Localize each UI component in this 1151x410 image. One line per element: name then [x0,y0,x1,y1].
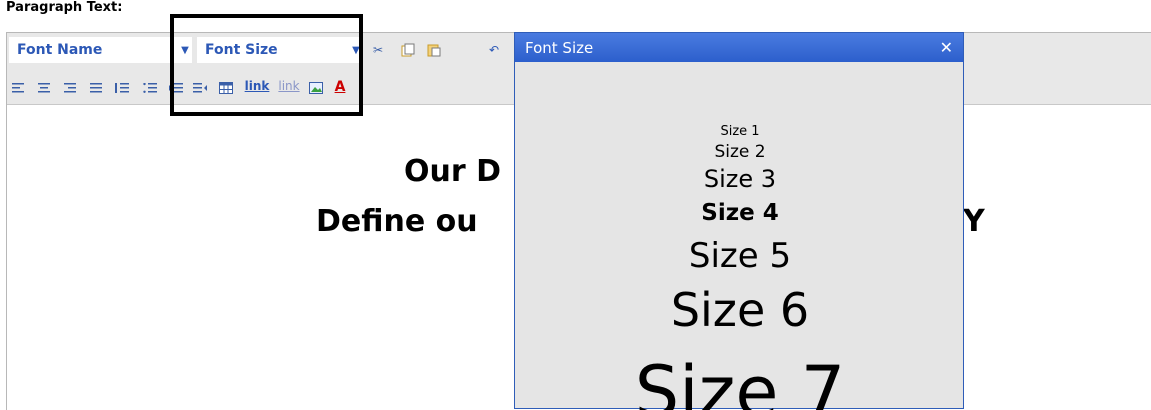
align-justify-icon[interactable] [87,79,105,97]
cut-icon[interactable]: ✂ [369,41,387,59]
paste-icon[interactable] [425,41,443,59]
align-center-icon[interactable] [35,79,53,97]
size-option-6[interactable]: Size 6 [515,287,963,333]
align-right-icon[interactable] [61,79,79,97]
font-size-popup: Font Size ✕ Size 1 Size 2 Size 3 Size 4 … [514,32,964,410]
size-option-7[interactable]: Size 7 [515,357,963,410]
highlight-box [170,14,363,116]
undo-icon[interactable]: ↶ [485,41,503,59]
content-heading-line2-tail: Y [963,204,985,239]
font-name-label: Font Name [17,42,103,58]
size-option-5[interactable]: Size 5 [515,239,963,273]
content-heading-line1-text: Our D [404,154,502,189]
size-option-2[interactable]: Size 2 [515,144,963,161]
popup-title-bar: Font Size ✕ [515,33,963,62]
close-icon[interactable]: ✕ [940,38,953,57]
size-option-3[interactable]: Size 3 [515,167,963,191]
popup-title: Font Size [525,38,594,57]
align-left-icon[interactable] [9,79,27,97]
size-option-list: Size 1 Size 2 Size 3 Size 4 Size 5 Size … [515,62,963,410]
size-option-1[interactable]: Size 1 [515,125,963,138]
bullet-list-icon[interactable] [141,79,159,97]
copy-icon[interactable] [399,41,417,59]
numbered-list-icon[interactable] [113,79,131,97]
field-label: Paragraph Text: [6,0,123,15]
font-name-dropdown[interactable]: Font Name ▼ [9,37,192,63]
content-heading-line2-text: Define ou [316,204,478,239]
size-option-4[interactable]: Size 4 [515,202,963,225]
